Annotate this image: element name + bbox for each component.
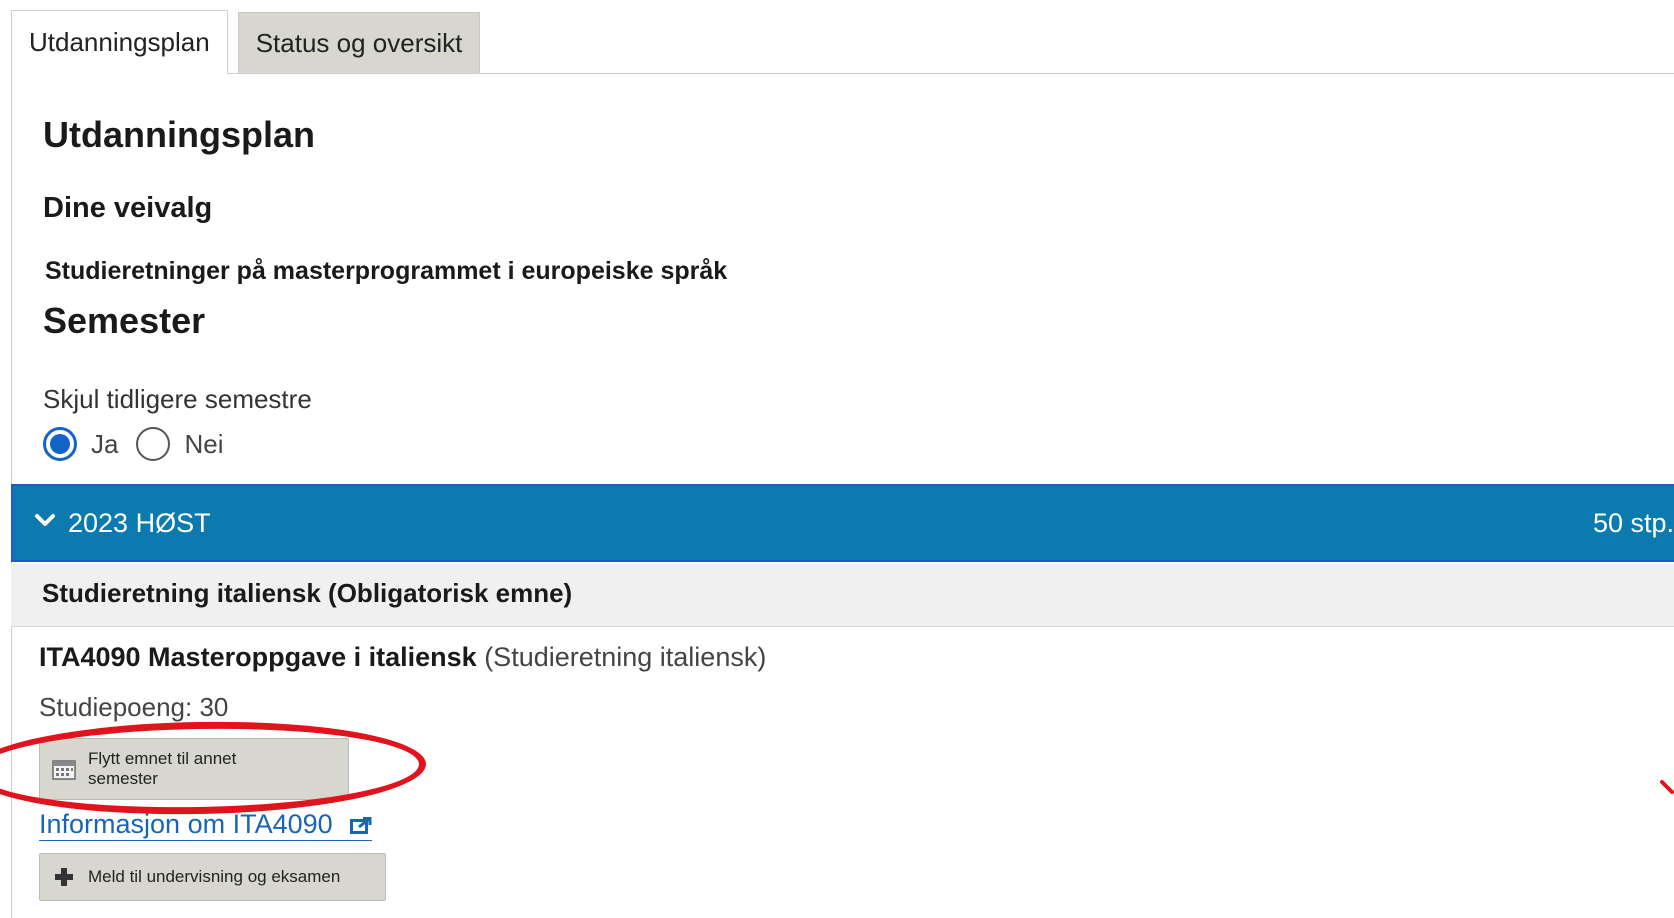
hide-previous-label: Skjul tidligere semestre (43, 384, 312, 414)
radio-nei[interactable]: Nei (136, 427, 223, 461)
red-annotation-mark (1660, 780, 1674, 794)
calendar-icon (52, 760, 76, 780)
radio-nei-circle[interactable] (136, 427, 171, 461)
course-info-link[interactable]: Informasjon om ITA4090 (39, 808, 373, 841)
enroll-label: Meld til undervisning og eksamen (88, 867, 341, 886)
semester-credits: 50 stp. (1593, 508, 1674, 538)
choices-heading: Dine veivalg (43, 192, 213, 224)
radio-nei-label: Nei (184, 428, 224, 459)
course-subtitle: (Studieretning italiensk) (484, 642, 767, 672)
move-course-label: Flytt emnet til annet semester (88, 749, 237, 788)
tab-utdanningsplan[interactable]: Utdanningsplan (11, 10, 228, 74)
section-header: Studieretning italiensk (Obligatorisk em… (11, 564, 1674, 627)
course-title: ITA4090 Masteroppgave i italiensk (Studi… (39, 642, 766, 673)
program-heading: Studieretninger på masterprogrammet i eu… (45, 257, 728, 285)
page-title: Utdanningsplan (43, 114, 315, 155)
external-link-icon (350, 816, 372, 834)
enroll-button[interactable]: Meld til undervisning og eksamen (39, 853, 386, 901)
course-credits: Studiepoeng: 30 (39, 692, 229, 722)
tab-status-og-oversikt[interactable]: Status og oversikt (237, 12, 481, 74)
course-info-link-text: Informasjon om ITA4090 (39, 809, 333, 839)
radio-ja-circle[interactable] (43, 427, 77, 461)
tab-divider (11, 73, 1674, 74)
hide-previous-radio-group: Ja Nei (43, 427, 241, 461)
chevron-down-icon (35, 514, 55, 526)
semester-toggle-bar[interactable]: 2023 HØST 50 stp. (11, 484, 1674, 562)
tab-bar: Utdanningsplan Status og oversikt (11, 10, 490, 74)
move-course-button[interactable]: Flytt emnet til annet semester (39, 738, 349, 800)
course-code-title: ITA4090 Masteroppgave i italiensk (39, 642, 477, 672)
semester-heading: Semester (43, 300, 206, 341)
radio-ja-label: Ja (91, 428, 119, 459)
plus-icon (55, 868, 73, 886)
semester-title: 2023 HØST (68, 508, 211, 538)
section-heading: Studieretning italiensk (Obligatorisk em… (42, 578, 573, 608)
radio-ja[interactable]: Ja (43, 427, 118, 461)
education-plan-page: Utdanningsplan Status og oversikt Utdann… (0, 0, 1674, 918)
